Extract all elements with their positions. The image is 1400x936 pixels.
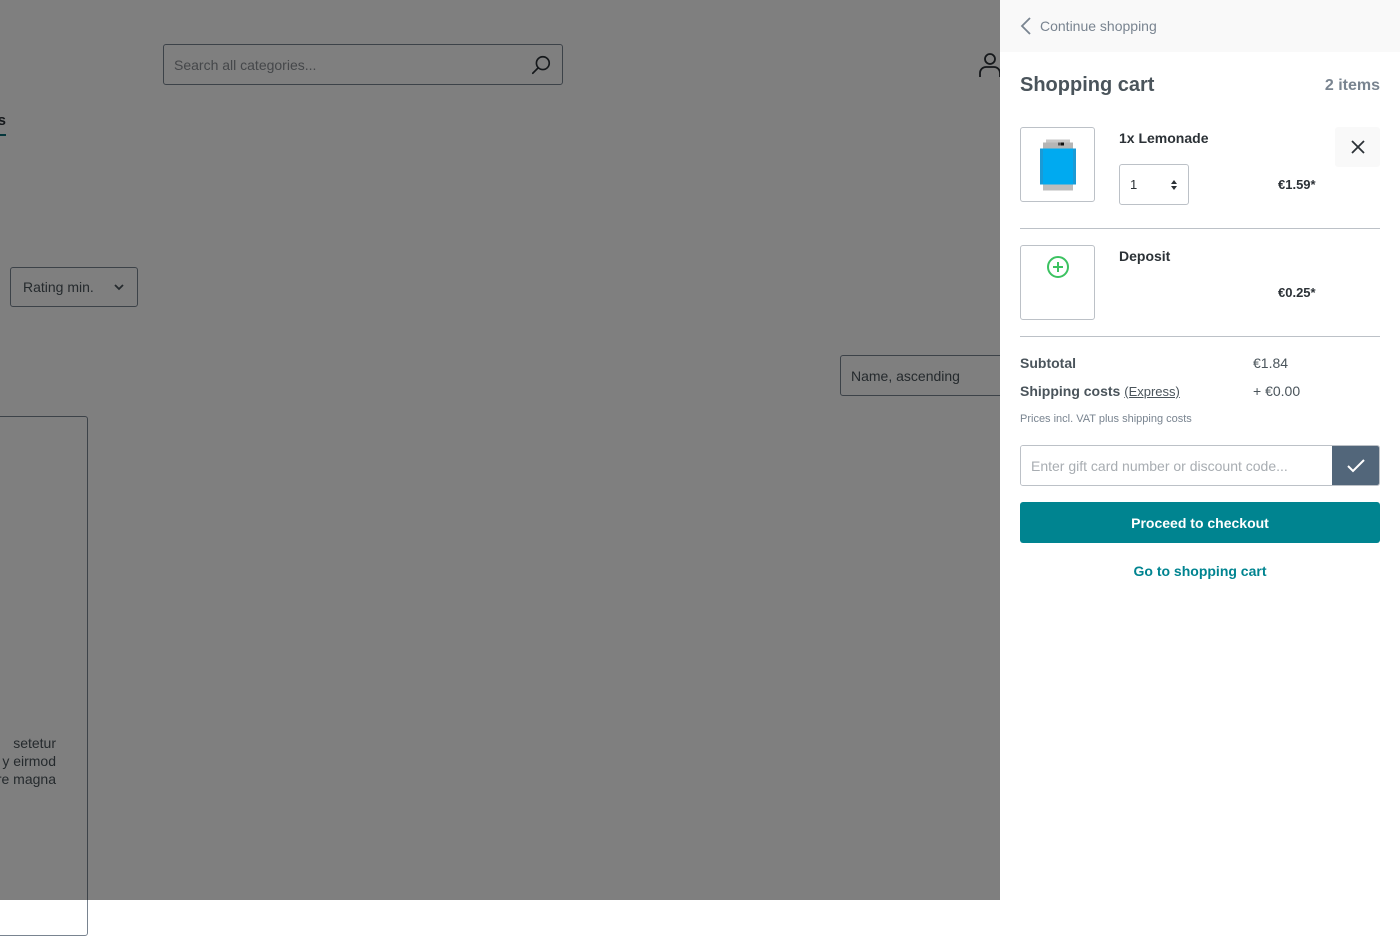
- cart-summary: Subtotal €1.84 Shipping costs (Express) …: [1000, 355, 1400, 399]
- quantity-select[interactable]: 1: [1119, 164, 1189, 205]
- shipping-row: Shipping costs (Express) + €0.00: [1020, 383, 1380, 399]
- continue-shopping-label: Continue shopping: [1040, 18, 1157, 34]
- deposit-image: [1020, 245, 1095, 320]
- line-item-name[interactable]: 1x Lemonade: [1119, 130, 1208, 146]
- checkmark-icon: [1346, 458, 1365, 472]
- apply-promo-button[interactable]: [1332, 446, 1379, 485]
- cart-item-count: 2 items: [1324, 76, 1380, 94]
- vat-note: Prices incl. VAT plus shipping costs: [1020, 413, 1192, 425]
- continue-shopping-button[interactable]: Continue shopping: [1000, 0, 1400, 52]
- remove-item-button[interactable]: [1335, 127, 1380, 167]
- subtotal-label: Subtotal: [1020, 355, 1076, 371]
- line-item: Deposit €0.25*: [1020, 229, 1380, 337]
- line-item-name: Deposit: [1119, 248, 1171, 264]
- cart-header: Shopping cart 2 items: [1000, 74, 1400, 97]
- shipping-value: + €0.00: [1253, 383, 1301, 399]
- shipping-method-link[interactable]: (Express): [1124, 384, 1180, 399]
- product-image[interactable]: [1020, 127, 1095, 202]
- offcanvas-cart: Continue shopping Shopping cart 2 items …: [1000, 0, 1400, 900]
- proceed-to-checkout-button[interactable]: Proceed to checkout: [1020, 502, 1380, 543]
- chevron-left-icon: [1020, 17, 1031, 35]
- close-icon: [1350, 140, 1365, 154]
- subtotal-value: €1.84: [1253, 355, 1289, 371]
- lemonade-can-icon: [1039, 139, 1076, 190]
- modal-backdrop[interactable]: [0, 0, 1000, 900]
- promo-code-input[interactable]: [1021, 446, 1332, 485]
- sort-arrows-icon: [1171, 179, 1177, 190]
- quantity-value: 1: [1130, 177, 1138, 192]
- line-item-price: €1.59*: [1278, 177, 1316, 192]
- plus-circle-icon: [1046, 256, 1069, 278]
- line-item-price: €0.25*: [1278, 285, 1316, 300]
- shipping-label: Shipping costs: [1020, 383, 1121, 399]
- promo-code-form: [1020, 445, 1380, 486]
- cart-title: Shopping cart: [1020, 74, 1155, 96]
- go-to-cart-link[interactable]: Go to shopping cart: [1000, 563, 1400, 579]
- subtotal-row: Subtotal €1.84: [1020, 355, 1380, 371]
- line-item: 1x Lemonade 1 €1.59*: [1020, 118, 1380, 229]
